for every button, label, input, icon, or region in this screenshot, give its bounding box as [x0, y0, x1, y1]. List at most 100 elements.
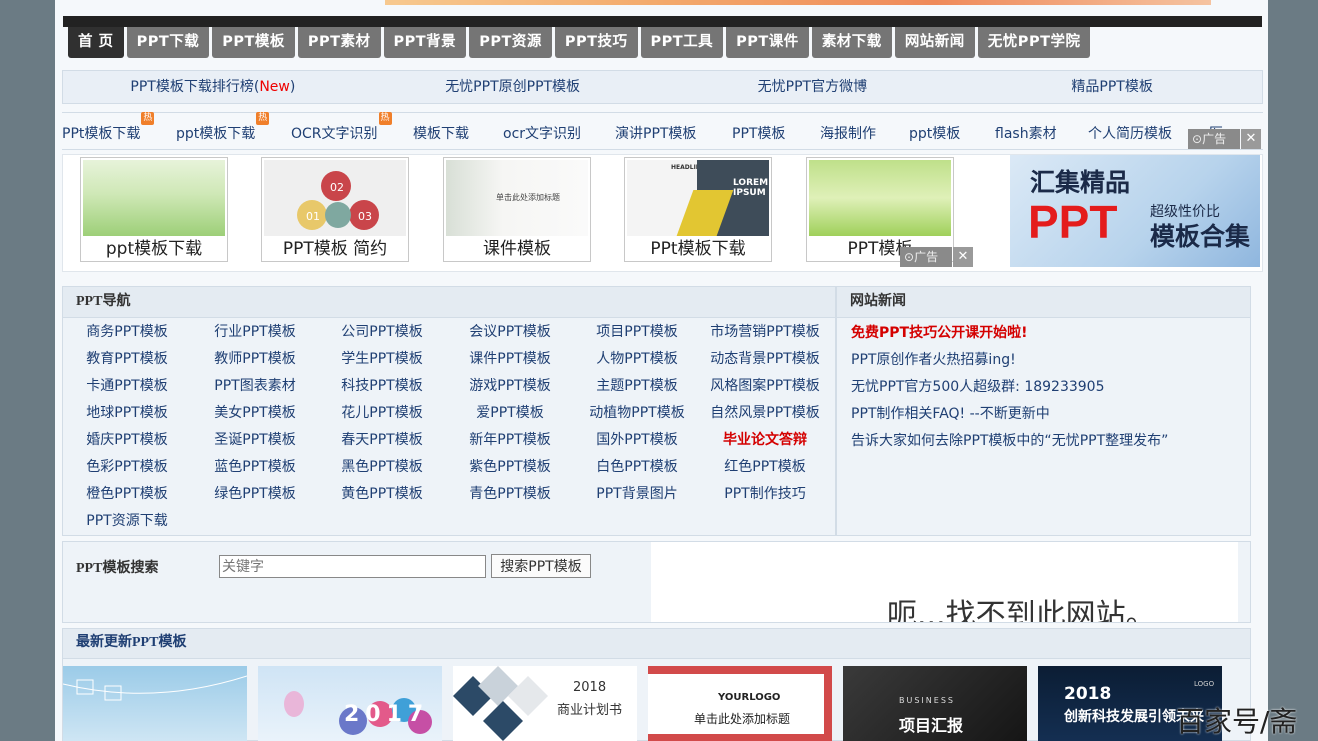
- nav-ppt-materials[interactable]: PPT素材: [297, 27, 381, 58]
- ppt-nav-link[interactable]: 动态背景PPT模板: [701, 348, 829, 368]
- tag-link[interactable]: 模板下载: [413, 123, 469, 143]
- search-label: PPT模板搜索: [76, 561, 159, 576]
- ppt-nav-link[interactable]: 新年PPT模板: [446, 429, 574, 449]
- ppt-nav-link[interactable]: 花儿PPT模板: [318, 402, 446, 422]
- ppt-nav-link[interactable]: 白色PPT模板: [573, 456, 701, 476]
- nav-ppt-courseware[interactable]: PPT课件: [726, 27, 809, 58]
- ppt-nav-link[interactable]: 学生PPT模板: [318, 348, 446, 368]
- nav-ppt-resources[interactable]: PPT资源: [469, 27, 552, 58]
- ppt-nav-link[interactable]: 会议PPT模板: [446, 321, 574, 341]
- tag-link[interactable]: flash素材: [995, 123, 1057, 143]
- ppt-collection-ad[interactable]: 汇集精品 PPT 超级性价比 模板合集: [1010, 155, 1260, 267]
- news-item[interactable]: PPT制作相关FAQ! --不断更新中: [851, 401, 1250, 428]
- watermark-text: 百家号/斋: [1176, 705, 1298, 738]
- tag-link[interactable]: ppt模板: [909, 123, 960, 143]
- nav-home[interactable]: 首 页: [68, 27, 124, 58]
- embedded-frame: 呃...找不到此网站。: [651, 542, 1238, 622]
- official-weibo-link[interactable]: 无忧PPT官方微博: [663, 71, 963, 103]
- tag-link[interactable]: 海报制作: [820, 123, 876, 143]
- new-badge: New: [259, 79, 290, 95]
- tag-link[interactable]: PPt模板下载热: [62, 112, 155, 143]
- ad-label[interactable]: ⊙广告: [1188, 129, 1240, 149]
- top-banner-ad[interactable]: [385, 0, 1211, 5]
- ppt-nav-link[interactable]: 游戏PPT模板: [446, 375, 574, 395]
- premium-templates-link[interactable]: 精品PPT模板: [962, 71, 1262, 103]
- ppt-nav-title: PPT导航: [63, 287, 835, 318]
- latest-thumb[interactable]: BUSINESS 项目汇报: [843, 666, 1027, 741]
- ad-close-icon[interactable]: ✕: [953, 247, 973, 267]
- original-templates-link[interactable]: 无忧PPT原创PPT模板: [363, 71, 663, 103]
- ppt-nav-link[interactable]: 科技PPT模板: [318, 375, 446, 395]
- search-input[interactable]: [219, 555, 486, 578]
- ppt-nav-link[interactable]: 毕业论文答辩: [701, 429, 829, 449]
- nav-material-download[interactable]: 素材下载: [811, 27, 892, 58]
- ppt-nav-link[interactable]: 行业PPT模板: [191, 321, 319, 341]
- ppt-nav-link[interactable]: 自然风景PPT模板: [701, 402, 829, 422]
- ppt-nav-link[interactable]: 公司PPT模板: [318, 321, 446, 341]
- ppt-nav-link[interactable]: 教育PPT模板: [63, 348, 191, 368]
- ppt-nav-link[interactable]: 婚庆PPT模板: [63, 429, 191, 449]
- news-item[interactable]: 免费PPT技巧公开课开始啦!: [851, 320, 1250, 347]
- ppt-nav-link[interactable]: 卡通PPT模板: [63, 375, 191, 395]
- ad-tags-row: PPt模板下载热 ppt模板下载热 OCR文字识别热 模板下载 ocr文字识别 …: [62, 112, 1263, 150]
- ppt-nav-link[interactable]: PPT制作技巧: [701, 483, 829, 503]
- ppt-nav-link[interactable]: PPT图表素材: [191, 375, 319, 395]
- ppt-nav-link[interactable]: 黄色PPT模板: [318, 483, 446, 503]
- ranking-link[interactable]: PPT模板下载排行榜(New): [63, 71, 363, 103]
- ppt-nav-link[interactable]: 圣诞PPT模板: [191, 429, 319, 449]
- tag-link[interactable]: 演讲PPT模板: [615, 123, 696, 143]
- news-item[interactable]: 告诉大家如何去除PPT模板中的“无忧PPT整理发布”: [851, 428, 1250, 455]
- latest-thumb[interactable]: 2018 商业计划书: [453, 666, 637, 741]
- thumb-card[interactable]: 单击此处添加标题 课件模板: [443, 157, 591, 262]
- ppt-nav-link[interactable]: 地球PPT模板: [63, 402, 191, 422]
- ad-label[interactable]: ⊙广告: [900, 247, 952, 267]
- nav-ppt-download[interactable]: PPT下载: [126, 27, 210, 58]
- ppt-nav-link[interactable]: 人物PPT模板: [573, 348, 701, 368]
- ppt-nav-link[interactable]: 风格图案PPT模板: [701, 375, 829, 395]
- ppt-nav-link[interactable]: 国外PPT模板: [573, 429, 701, 449]
- ppt-nav-link[interactable]: 动植物PPT模板: [573, 402, 701, 422]
- ppt-nav-link[interactable]: 项目PPT模板: [573, 321, 701, 341]
- ppt-nav-link[interactable]: 色彩PPT模板: [63, 456, 191, 476]
- ppt-nav-link[interactable]: 美女PPT模板: [191, 402, 319, 422]
- ppt-nav-link[interactable]: 橙色PPT模板: [63, 483, 191, 503]
- nav-ppt-tools[interactable]: PPT工具: [640, 27, 724, 58]
- ppt-nav-link[interactable]: 红色PPT模板: [701, 456, 829, 476]
- thumb-card[interactable]: ppt模板下载: [80, 157, 228, 262]
- ppt-nav-link[interactable]: 紫色PPT模板: [446, 456, 574, 476]
- ppt-nav-link[interactable]: 课件PPT模板: [446, 348, 574, 368]
- ppt-nav-link[interactable]: 黑色PPT模板: [318, 456, 446, 476]
- tag-link[interactable]: 个人简历模板: [1088, 123, 1172, 143]
- thumb-card[interactable]: HEADLINE 2 LOREM IPSUM PPt模板下载: [624, 157, 772, 262]
- thumb-card[interactable]: 02 01 03 PPT模板 简约: [261, 157, 409, 262]
- ppt-nav-link[interactable]: 蓝色PPT模板: [191, 456, 319, 476]
- latest-thumb[interactable]: 2017: [258, 666, 442, 741]
- tag-link[interactable]: OCR文字识别热: [291, 112, 392, 143]
- thumb-caption: PPt模板下载: [650, 239, 746, 259]
- tag-link[interactable]: ppt模板下载热: [176, 112, 270, 143]
- nav-site-news[interactable]: 网站新闻: [894, 27, 975, 58]
- ppt-nav-link[interactable]: PPT资源下载: [63, 510, 191, 530]
- ppt-nav-link[interactable]: 青色PPT模板: [446, 483, 574, 503]
- nav-academy[interactable]: 无忧PPT学院: [977, 27, 1091, 58]
- nav-ppt-templates[interactable]: PPT模板: [212, 27, 295, 58]
- ppt-nav-link[interactable]: 市场营销PPT模板: [701, 321, 829, 341]
- latest-thumb[interactable]: YOURLOGO 单击此处添加标题: [648, 666, 832, 741]
- tag-link[interactable]: PPT模板: [732, 123, 785, 143]
- news-item[interactable]: 无忧PPT官方500人超级群: 189233905: [851, 374, 1250, 401]
- ppt-nav-link[interactable]: 教师PPT模板: [191, 348, 319, 368]
- news-item[interactable]: PPT原创作者火热招募ing!: [851, 347, 1250, 374]
- ad-close-icon[interactable]: ✕: [1241, 129, 1261, 149]
- ppt-nav-link[interactable]: 爱PPT模板: [446, 402, 574, 422]
- ppt-nav-link[interactable]: PPT背景图片: [573, 483, 701, 503]
- nav-ppt-tips[interactable]: PPT技巧: [554, 27, 638, 58]
- ad-collection-text: 模板合集: [1150, 222, 1251, 251]
- ppt-nav-link[interactable]: 商务PPT模板: [63, 321, 191, 341]
- ppt-nav-link[interactable]: 绿色PPT模板: [191, 483, 319, 503]
- tag-link[interactable]: ocr文字识别: [503, 123, 581, 143]
- nav-ppt-backgrounds[interactable]: PPT背景: [383, 27, 467, 58]
- search-button[interactable]: 搜索PPT模板: [491, 554, 591, 578]
- latest-thumb[interactable]: [63, 666, 247, 741]
- ppt-nav-link[interactable]: 春天PPT模板: [318, 429, 446, 449]
- ppt-nav-link[interactable]: 主题PPT模板: [573, 375, 701, 395]
